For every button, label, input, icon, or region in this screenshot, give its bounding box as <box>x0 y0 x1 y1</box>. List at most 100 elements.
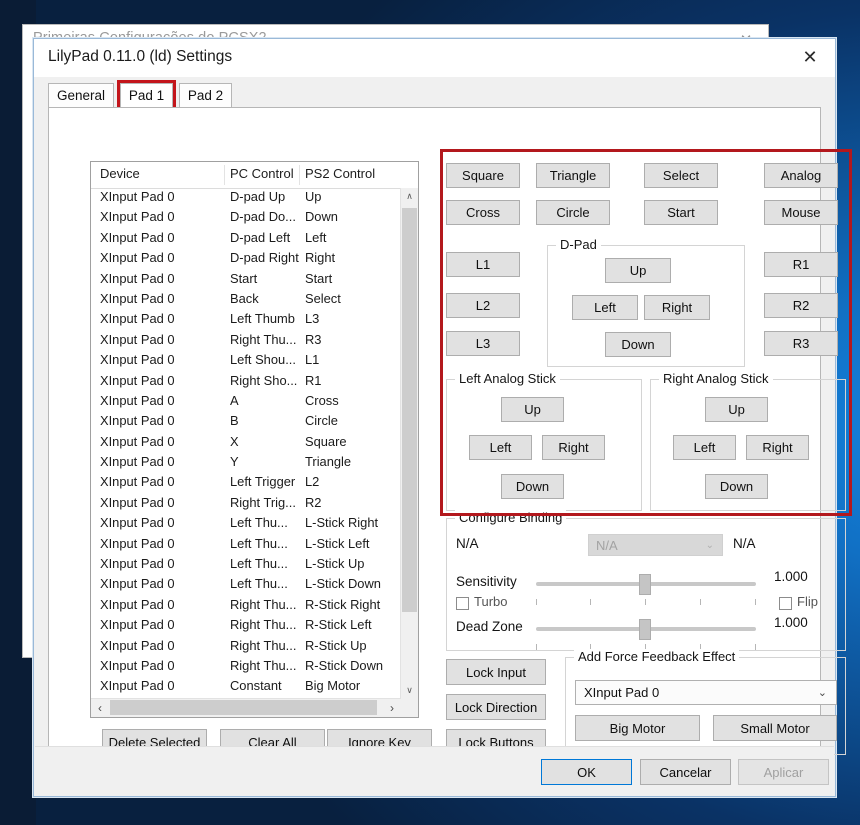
table-row[interactable]: XInput Pad 0 Right Thu... R-Stick Left <box>91 616 401 636</box>
bind-mouse-button[interactable]: Mouse <box>764 200 838 225</box>
table-row[interactable]: XInput Pad 0 B Circle <box>91 412 401 432</box>
table-cell: XInput Pad 0 <box>100 189 175 204</box>
bind-square-button[interactable]: Square <box>446 163 520 188</box>
table-cell: Square <box>305 433 347 449</box>
binding-mode-dropdown[interactable]: N/A ⌄ <box>588 534 723 556</box>
bind-cross-button[interactable]: Cross <box>446 200 520 225</box>
bind-dpad-up-button[interactable]: Up <box>605 258 671 283</box>
table-cell: XInput Pad 0 <box>100 229 175 245</box>
bind-analog-button[interactable]: Analog <box>764 163 838 188</box>
chevron-left-icon[interactable]: ‹ <box>91 699 109 716</box>
vertical-scroll-thumb[interactable] <box>402 208 417 612</box>
cancel-button[interactable]: Cancelar <box>640 759 731 785</box>
sensitivity-slider-thumb[interactable] <box>639 574 651 595</box>
table-cell: XInput Pad 0 <box>100 657 175 673</box>
table-cell: XInput Pad 0 <box>100 352 175 368</box>
binding-list-horizontal-scrollbar[interactable]: ‹ › <box>91 698 401 717</box>
bind-lstick-down-button[interactable]: Down <box>501 474 564 499</box>
bind-rstick-right-button[interactable]: Right <box>746 435 809 460</box>
binding-right-value: N/A <box>733 536 756 551</box>
chevron-down-icon[interactable]: ∨ <box>401 682 418 699</box>
bind-l3-button[interactable]: L3 <box>446 331 520 356</box>
binding-list-vertical-scrollbar[interactable]: ∧ ∨ <box>400 188 418 699</box>
chevron-up-icon[interactable]: ∧ <box>401 188 418 205</box>
table-row[interactable]: XInput Pad 0 Left Thu... L-Stick Left <box>91 535 401 555</box>
table-cell: L-Stick Down <box>305 576 381 592</box>
table-row[interactable]: XInput Pad 0 Left Thu... L-Stick Down <box>91 575 401 595</box>
table-row[interactable]: XInput Pad 0 Right Thu... R-Stick Down <box>91 657 401 677</box>
bind-dpad-left-button[interactable]: Left <box>572 295 638 320</box>
bind-dpad-down-button[interactable]: Down <box>605 332 671 357</box>
tab-pad-1[interactable]: Pad 1 <box>120 83 173 108</box>
chevron-right-icon[interactable]: › <box>383 699 401 716</box>
table-row[interactable]: XInput Pad 0 D-pad Up Up <box>91 188 401 208</box>
bind-rstick-up-button[interactable]: Up <box>705 397 768 422</box>
turbo-checkbox[interactable] <box>456 597 469 610</box>
lock-direction-button[interactable]: Lock Direction <box>446 694 546 720</box>
bind-lstick-right-button[interactable]: Right <box>542 435 605 460</box>
table-row[interactable]: XInput Pad 0 Right Sho... R1 <box>91 372 401 392</box>
table-row[interactable]: XInput Pad 0 Right Trig... R2 <box>91 494 401 514</box>
table-row[interactable]: XInput Pad 0 Y Triangle <box>91 453 401 473</box>
table-cell: XInput Pad 0 <box>100 494 175 510</box>
table-cell: R3 <box>305 331 322 347</box>
dialog-titlebar[interactable]: LilyPad 0.11.0 (ld) Settings ✕ <box>34 39 835 77</box>
close-icon[interactable]: ✕ <box>787 41 833 73</box>
tab-general[interactable]: General <box>48 83 114 108</box>
dpad-group-label: D-Pad <box>556 237 601 252</box>
bind-rstick-left-button[interactable]: Left <box>673 435 736 460</box>
table-row[interactable]: XInput Pad 0 D-pad Right Right <box>91 249 401 269</box>
horizontal-scroll-thumb[interactable] <box>110 700 377 715</box>
table-row[interactable]: XInput Pad 0 Back Select <box>91 290 401 310</box>
bind-r3-button[interactable]: R3 <box>764 331 838 356</box>
table-row[interactable]: XInput Pad 0 Right Thu... R-Stick Up <box>91 637 401 657</box>
bind-triangle-button[interactable]: Triangle <box>536 163 610 188</box>
bind-select-button[interactable]: Select <box>644 163 718 188</box>
small-motor-button[interactable]: Small Motor <box>713 715 837 741</box>
table-row[interactable]: XInput Pad 0 D-pad Left Left <box>91 229 401 249</box>
table-row[interactable]: XInput Pad 0 Right Thu... R-Stick Right <box>91 596 401 616</box>
flip-checkbox[interactable] <box>779 597 792 610</box>
ok-button[interactable]: OK <box>541 759 632 785</box>
table-row[interactable]: XInput Pad 0 Left Trigger L2 <box>91 473 401 493</box>
table-row[interactable]: XInput Pad 0 Left Thumb L3 <box>91 310 401 330</box>
bind-lstick-up-button[interactable]: Up <box>501 397 564 422</box>
table-row[interactable]: XInput Pad 0 Constant Big Motor <box>91 677 401 697</box>
table-row[interactable]: XInput Pad 0 Left Shou... L1 <box>91 351 401 371</box>
column-divider <box>299 165 300 185</box>
bind-dpad-right-button[interactable]: Right <box>644 295 710 320</box>
table-row[interactable]: XInput Pad 0 X Square <box>91 433 401 453</box>
bind-l1-button[interactable]: L1 <box>446 252 520 277</box>
tab-pad-2[interactable]: Pad 2 <box>179 83 232 108</box>
bind-r1-button[interactable]: R1 <box>764 252 838 277</box>
deadzone-label: Dead Zone <box>456 619 523 634</box>
bind-lstick-left-button[interactable]: Left <box>469 435 532 460</box>
table-row[interactable]: XInput Pad 0 Start Start <box>91 270 401 290</box>
table-cell: X <box>230 433 239 449</box>
deadzone-slider-thumb[interactable] <box>639 619 651 640</box>
table-cell: L-Stick Right <box>305 515 379 531</box>
binding-list-header: Device PC Control PS2 Control <box>91 162 418 189</box>
table-row[interactable]: XInput Pad 0 Left Thu... L-Stick Right <box>91 514 401 534</box>
lock-input-button[interactable]: Lock Input <box>446 659 546 685</box>
bind-rstick-down-button[interactable]: Down <box>705 474 768 499</box>
table-cell: L-Stick Up <box>305 556 365 572</box>
force-feedback-label: Add Force Feedback Effect <box>574 649 740 664</box>
bind-r2-button[interactable]: R2 <box>764 293 838 318</box>
table-row[interactable]: XInput Pad 0 A Cross <box>91 392 401 412</box>
table-row[interactable]: XInput Pad 0 D-pad Do... Down <box>91 208 401 228</box>
bind-start-button[interactable]: Start <box>644 200 718 225</box>
table-cell: Y <box>230 454 239 470</box>
flip-label: Flip <box>797 594 818 609</box>
bind-l2-button[interactable]: L2 <box>446 293 520 318</box>
big-motor-button[interactable]: Big Motor <box>575 715 700 741</box>
bind-circle-button[interactable]: Circle <box>536 200 610 225</box>
force-feedback-device-dropdown[interactable]: XInput Pad 0 ⌄ <box>575 680 837 705</box>
turbo-label: Turbo <box>474 594 508 609</box>
binding-list[interactable]: Device PC Control PS2 Control XInput Pad… <box>90 161 419 718</box>
table-row[interactable]: XInput Pad 0 Left Thu... L-Stick Up <box>91 555 401 575</box>
table-row[interactable]: XInput Pad 0 Right Thu... R3 <box>91 331 401 351</box>
table-cell: Left Thu... <box>230 535 288 551</box>
configure-binding-label: Configure Binding <box>455 510 567 525</box>
table-cell: XInput Pad 0 <box>100 678 175 694</box>
